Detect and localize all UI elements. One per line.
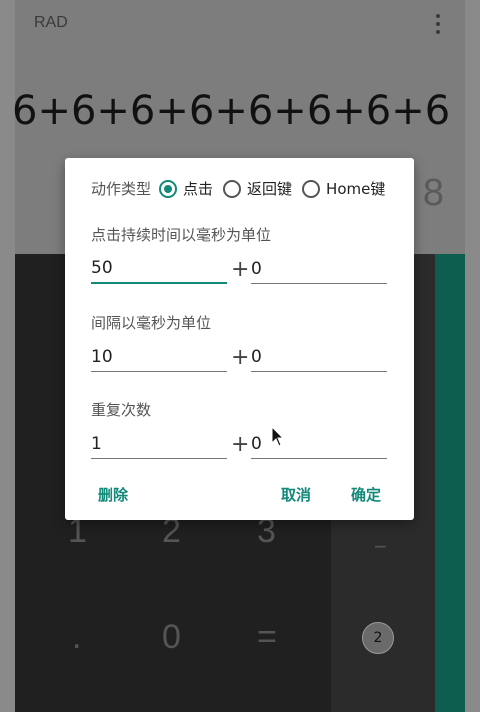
cancel-button[interactable]: 取消 [281, 484, 311, 505]
radio-unselected-icon[interactable] [302, 179, 321, 198]
duration-label: 点击持续时间以毫秒为单位 [91, 226, 272, 244]
radio-unselected-icon[interactable] [223, 179, 242, 198]
delete-button[interactable]: 删除 [98, 484, 128, 505]
plus-sign: + [231, 257, 250, 282]
overflow-menu-icon[interactable] [434, 14, 442, 34]
duration-input[interactable]: 50 [91, 254, 227, 284]
advanced-panel-handle[interactable] [435, 254, 465, 712]
interval-label: 间隔以毫秒为单位 [91, 314, 212, 332]
ok-button[interactable]: 确定 [351, 484, 381, 505]
key-decimal[interactable]: . [72, 618, 81, 657]
repeat-input[interactable]: 1 [91, 429, 227, 459]
action-type-label: 动作类型 [91, 180, 152, 198]
key-equals[interactable]: = [257, 618, 277, 657]
badge-count: 2 [362, 622, 394, 654]
plus-sign: + [231, 432, 250, 457]
interval-input[interactable]: 10 [91, 342, 227, 372]
repeat-label: 重复次数 [91, 401, 152, 419]
key-minus[interactable]: − [374, 534, 387, 560]
radio-selected-icon[interactable] [159, 179, 178, 198]
duration-offset-input[interactable]: 0 [251, 254, 387, 284]
option-home-label: Home键 [326, 180, 386, 198]
option-home[interactable]: Home键 [302, 178, 385, 199]
interval-offset-input[interactable]: 0 [251, 342, 387, 372]
action-type-row: 动作类型 点击 返回键 Home键 [91, 178, 395, 199]
auto-click-dialog: 动作类型 点击 返回键 Home键 点击持续时间以毫秒为单位 50 + 0 间隔… [65, 158, 414, 520]
key-0[interactable]: 0 [162, 618, 181, 657]
option-click[interactable]: 点击 [159, 178, 213, 199]
mouse-cursor-icon [271, 426, 285, 447]
option-back[interactable]: 返回键 [223, 178, 292, 199]
scrim-right [465, 0, 480, 712]
option-click-label: 点击 [183, 180, 214, 198]
formula-display: 6+6+6+6+6+6+6+6+6 [12, 88, 452, 134]
plus-sign: + [231, 345, 250, 370]
result-display: 8 [422, 172, 444, 214]
option-back-label: 返回键 [247, 180, 293, 198]
angle-mode-label[interactable]: RAD [34, 14, 68, 32]
